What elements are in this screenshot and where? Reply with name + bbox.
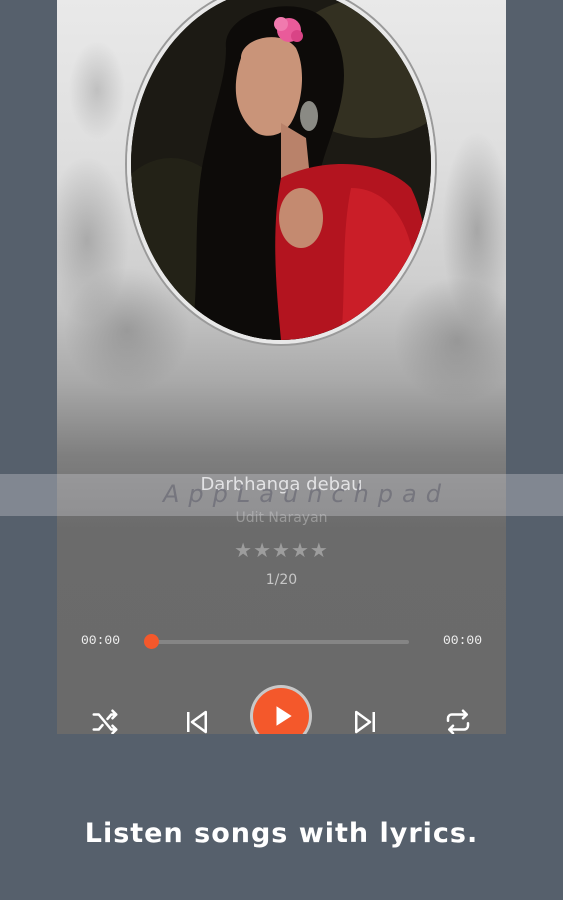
repeat-button[interactable] <box>440 704 476 734</box>
album-art <box>127 0 435 344</box>
previous-button[interactable] <box>179 704 215 734</box>
skip-next-icon <box>355 710 375 734</box>
shuffle-icon <box>92 709 118 734</box>
track-position: 1/20 <box>265 572 298 588</box>
promo-caption: Listen songs with lyrics. <box>84 818 479 849</box>
watermark-text: AppLaunchpad <box>163 480 450 508</box>
seek-bar[interactable] <box>152 640 409 644</box>
time-total: 00:00 <box>443 633 483 648</box>
repeat-icon <box>446 709 470 734</box>
skip-previous-icon <box>187 710 207 734</box>
promo-screen: Darbhanga debau Udit Narayan ★★★★★ 1/20 … <box>0 0 563 900</box>
play-icon <box>276 706 292 726</box>
rating-stars[interactable]: ★★★★★ <box>57 538 506 562</box>
time-elapsed: 00:00 <box>81 633 121 648</box>
shuffle-button[interactable] <box>87 704 123 734</box>
player-screen: Darbhanga debau Udit Narayan ★★★★★ 1/20 … <box>57 0 506 734</box>
next-button[interactable] <box>347 704 383 734</box>
seek-thumb[interactable] <box>144 634 159 649</box>
